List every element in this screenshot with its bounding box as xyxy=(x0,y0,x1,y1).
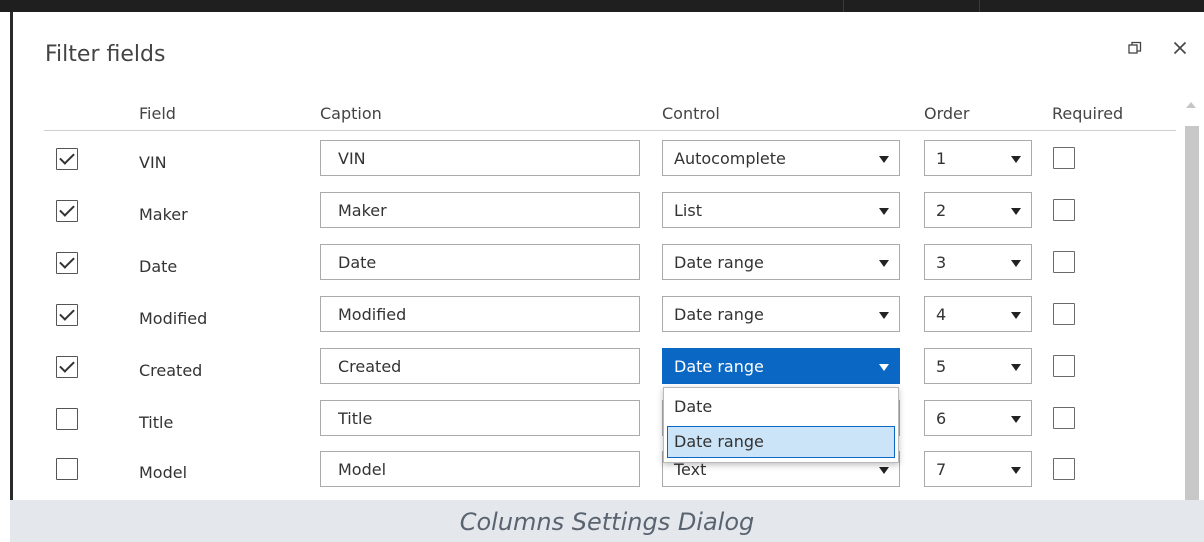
chevron-down-icon xyxy=(879,260,889,267)
order-select[interactable]: 1 xyxy=(924,140,1032,176)
order-select[interactable]: 2 xyxy=(924,192,1032,228)
chevron-down-icon xyxy=(1011,467,1021,474)
control-select[interactable]: Autocomplete xyxy=(662,140,900,176)
include-checkbox[interactable] xyxy=(56,252,78,274)
caption-input[interactable] xyxy=(320,400,640,436)
column-header-field: Field xyxy=(139,104,176,123)
field-name: Maker xyxy=(139,205,188,224)
control-select[interactable]: Date range xyxy=(662,244,900,280)
scroll-thumb[interactable] xyxy=(1185,126,1199,500)
required-checkbox[interactable] xyxy=(1053,355,1075,377)
dropdown-option-date[interactable]: Date xyxy=(667,391,895,423)
chevron-down-icon xyxy=(1011,312,1021,319)
chevron-down-icon xyxy=(1011,260,1021,267)
order-select-value: 6 xyxy=(936,409,947,428)
top-bar xyxy=(0,0,1204,12)
column-header-required: Required xyxy=(1052,104,1124,123)
field-name: Created xyxy=(139,361,203,380)
top-bar-divider xyxy=(979,0,980,12)
required-checkbox[interactable] xyxy=(1053,199,1075,221)
chevron-down-icon xyxy=(879,467,889,474)
table-row: Model Text 7 xyxy=(13,450,1173,500)
order-select[interactable]: 4 xyxy=(924,296,1032,332)
include-checkbox[interactable] xyxy=(56,148,78,170)
chevron-down-icon xyxy=(879,156,889,163)
filter-fields-dialog: Filter fields Field Caption Control Orde… xyxy=(10,12,1204,500)
order-select[interactable]: 5 xyxy=(924,348,1032,384)
include-checkbox[interactable] xyxy=(56,200,78,222)
chevron-down-icon xyxy=(1011,156,1021,163)
order-select-value: 7 xyxy=(936,460,947,479)
field-name: Title xyxy=(139,413,174,432)
control-dropdown-list: Date Date range xyxy=(663,387,899,463)
table-row: Modified Date range 4 xyxy=(13,294,1173,346)
order-select[interactable]: 3 xyxy=(924,244,1032,280)
scroll-up-arrow-icon[interactable] xyxy=(1186,102,1196,108)
top-bar-divider xyxy=(843,0,844,12)
chevron-down-icon xyxy=(1011,416,1021,423)
required-checkbox[interactable] xyxy=(1053,251,1075,273)
control-select-value: Date range xyxy=(674,305,764,324)
required-checkbox[interactable] xyxy=(1053,458,1075,480)
restore-window-icon[interactable] xyxy=(1123,36,1147,60)
close-icon[interactable] xyxy=(1168,36,1192,60)
chevron-down-icon xyxy=(1011,208,1021,215)
control-select-open[interactable]: Date range xyxy=(662,348,900,384)
order-select-value: 3 xyxy=(936,253,947,272)
chevron-down-icon xyxy=(879,208,889,215)
control-select-value: Date range xyxy=(674,253,764,272)
control-select[interactable]: List xyxy=(662,192,900,228)
column-header-caption: Caption xyxy=(320,104,382,123)
control-select[interactable]: Date range xyxy=(662,296,900,332)
order-select[interactable]: 6 xyxy=(924,400,1032,436)
include-checkbox[interactable] xyxy=(56,458,78,480)
control-select-value: Autocomplete xyxy=(674,149,786,168)
column-header-control: Control xyxy=(662,104,720,123)
column-header-order: Order xyxy=(924,104,970,123)
vertical-scrollbar[interactable] xyxy=(1182,96,1202,500)
table-row: Created Date range 5 xyxy=(13,346,1173,398)
caption-input[interactable] xyxy=(320,296,640,332)
table-row: VIN Autocomplete 1 xyxy=(13,138,1173,190)
include-checkbox[interactable] xyxy=(56,408,78,430)
table-row: Maker List 2 xyxy=(13,190,1173,242)
table-row: Title 6 xyxy=(13,398,1173,450)
header-divider xyxy=(44,130,1176,131)
order-select-value: 2 xyxy=(936,201,947,220)
caption-input[interactable] xyxy=(320,451,640,487)
control-select-value: Date range xyxy=(674,357,764,376)
order-select-value: 1 xyxy=(936,149,947,168)
include-checkbox[interactable] xyxy=(56,304,78,326)
order-select-value: 5 xyxy=(936,357,947,376)
dialog-title: Filter fields xyxy=(45,42,166,67)
chevron-down-icon xyxy=(1011,364,1021,371)
required-checkbox[interactable] xyxy=(1053,147,1075,169)
caption-input[interactable] xyxy=(320,192,640,228)
figure-caption: Columns Settings Dialog xyxy=(459,508,755,536)
dropdown-option-date-range[interactable]: Date range xyxy=(667,426,895,458)
caption-input[interactable] xyxy=(320,348,640,384)
include-checkbox[interactable] xyxy=(56,356,78,378)
field-name: Model xyxy=(139,463,188,482)
required-checkbox[interactable] xyxy=(1053,407,1075,429)
table-row: Date Date range 3 xyxy=(13,242,1173,294)
caption-input[interactable] xyxy=(320,244,640,280)
caption-input[interactable] xyxy=(320,140,640,176)
field-name: VIN xyxy=(139,153,167,172)
required-checkbox[interactable] xyxy=(1053,303,1075,325)
chevron-down-icon xyxy=(879,312,889,319)
order-select[interactable]: 7 xyxy=(924,451,1032,487)
field-name: Date xyxy=(139,257,178,276)
figure-caption-bar: Columns Settings Dialog xyxy=(10,500,1204,542)
field-name: Modified xyxy=(139,309,208,328)
order-select-value: 4 xyxy=(936,305,947,324)
chevron-down-icon xyxy=(879,364,889,371)
control-select-value: List xyxy=(674,201,702,220)
